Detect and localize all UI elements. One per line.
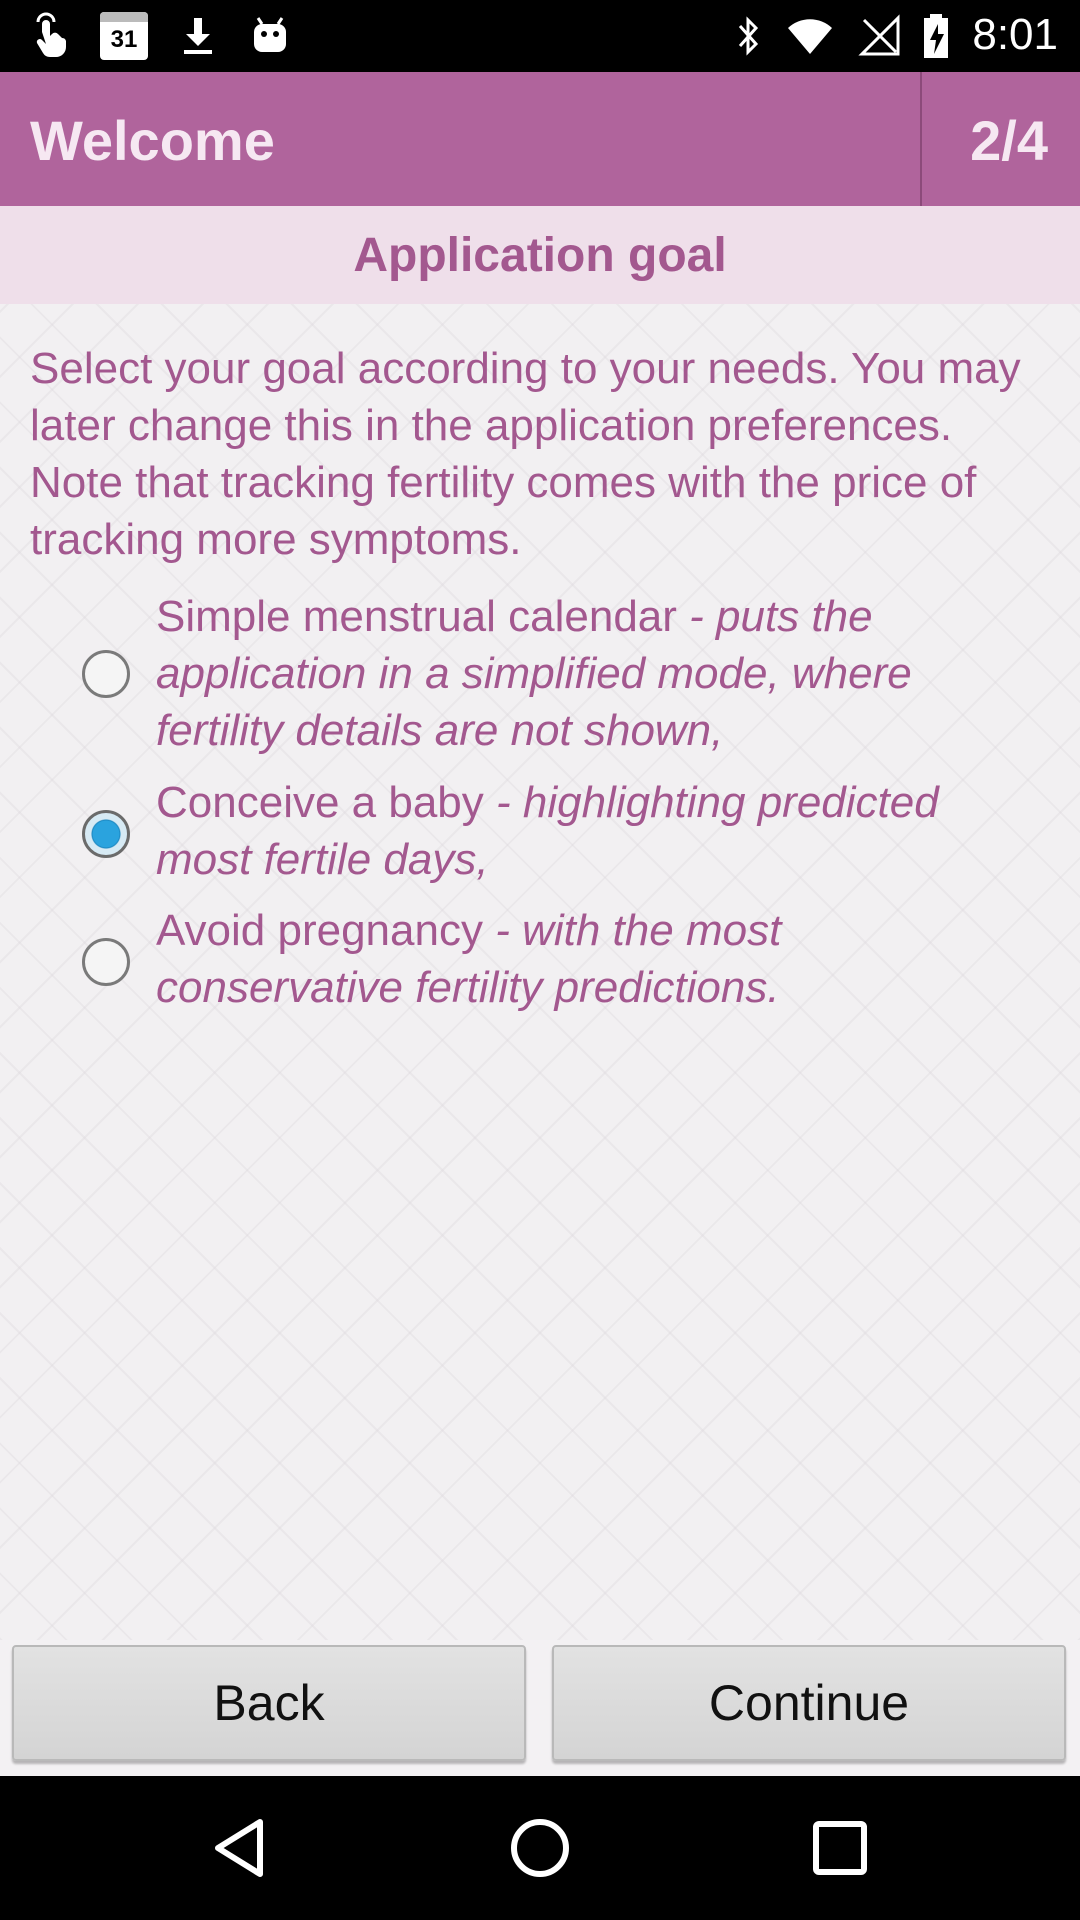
header-divider [920, 72, 922, 206]
option-title: Simple menstrual calendar [156, 592, 677, 641]
header-title: Welcome [30, 109, 275, 172]
app-header: Welcome 2/4 [0, 72, 1080, 206]
bluetooth-icon [738, 16, 759, 56]
radio-conceive-baby[interactable] [82, 810, 130, 858]
radio-simple-calendar[interactable] [82, 650, 130, 698]
option-label-simple-calendar: Simple menstrual calendar - puts the app… [156, 588, 1036, 759]
section-title: Application goal [353, 228, 727, 282]
option-avoid-pregnancy[interactable]: Avoid pregnancy - with the most conserva… [0, 902, 1080, 1016]
option-conceive-baby[interactable]: Conceive a baby - highlighting predicted… [0, 774, 1080, 888]
continue-button[interactable]: Continue [552, 1645, 1066, 1761]
option-title: Avoid pregnancy [156, 906, 483, 955]
section-header: Application goal [0, 206, 1080, 304]
back-button[interactable]: Back [12, 1645, 526, 1761]
wifi-icon [788, 19, 832, 54]
content-area: Select your goal according to your needs… [0, 304, 1080, 1640]
touch-icon [36, 12, 66, 58]
battery-charging-icon [924, 14, 948, 58]
back-triangle-icon[interactable] [204, 1812, 276, 1884]
download-icon [184, 18, 212, 54]
intro-text: Select your goal according to your needs… [30, 344, 1021, 564]
step-indicator: 2/4 [970, 109, 1048, 172]
clock: 8:01 [972, 10, 1058, 59]
calendar-icon: 31 [100, 12, 148, 60]
home-circle-icon[interactable] [504, 1812, 576, 1884]
recents-square-icon[interactable] [804, 1812, 876, 1884]
option-label-avoid-pregnancy: Avoid pregnancy - with the most conserva… [156, 902, 1036, 1016]
navigation-bar [0, 1776, 1080, 1920]
option-title: Conceive a baby [156, 778, 484, 827]
option-simple-calendar[interactable]: Simple menstrual calendar - puts the app… [0, 588, 1080, 758]
calendar-day: 31 [110, 26, 138, 53]
no-signal-icon [858, 14, 900, 56]
status-bar: 31 8:01 [0, 0, 1080, 72]
radio-avoid-pregnancy[interactable] [82, 938, 130, 986]
option-label-conceive-baby: Conceive a baby - highlighting predicted… [156, 774, 1036, 888]
android-icon [254, 17, 286, 52]
